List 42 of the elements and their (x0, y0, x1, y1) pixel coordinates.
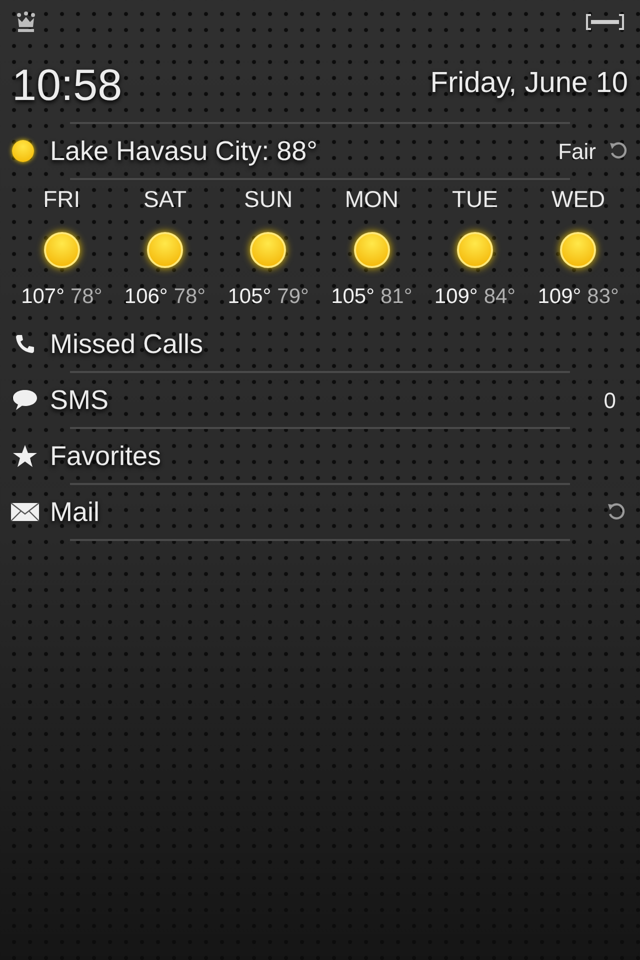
battery-icon (586, 14, 624, 30)
weather-location: Lake Havasu City: 88° (50, 134, 318, 168)
sun-icon (44, 232, 80, 268)
sun-icon (456, 232, 493, 268)
forecast-high: 107° (21, 286, 64, 307)
forecast-day: MON (344, 188, 398, 216)
forecast-high: 109° (434, 286, 478, 307)
forecast-high: 105° (331, 286, 374, 307)
weather-condition: Fair (558, 138, 596, 166)
forecast-low: 81° (380, 286, 412, 307)
forecast-day: SUN (244, 188, 293, 216)
forecast-low: 78° (70, 286, 102, 307)
forecast-low: 84° (484, 286, 516, 307)
speech-bubble-icon (12, 389, 38, 411)
forecast-day: WED (551, 188, 606, 216)
sun-icon (146, 232, 183, 268)
phone-icon (14, 333, 36, 355)
sun-icon (12, 140, 34, 162)
forecast-low: 83° (587, 286, 619, 307)
forecast-low: 78° (174, 286, 206, 307)
forecast-day: SAT (143, 188, 186, 216)
star-icon (13, 445, 37, 467)
refresh-icon[interactable] (608, 141, 628, 161)
refresh-icon[interactable] (606, 502, 626, 522)
sun-icon (354, 232, 390, 268)
sun-icon (250, 232, 286, 268)
crown-icon (16, 11, 36, 33)
clock-time: 10:58 (12, 64, 122, 108)
sun-icon (560, 232, 596, 268)
forecast-high: 105° (228, 286, 272, 307)
section-label[interactable]: Favorites (50, 436, 626, 476)
forecast-low: 79° (277, 286, 309, 307)
forecast-high: 106° (124, 286, 168, 307)
section-label[interactable]: SMS (50, 380, 604, 420)
date-text: Friday, June 10 (430, 69, 628, 98)
forecast-high: 109° (538, 286, 582, 307)
forecast-day: TUE (452, 188, 498, 216)
envelope-icon (10, 502, 40, 522)
section-label[interactable]: Mail (50, 492, 606, 532)
forecast-day: FRI (43, 188, 80, 216)
section-label[interactable]: Missed Calls (50, 324, 626, 364)
section-count: 0 (604, 386, 616, 414)
